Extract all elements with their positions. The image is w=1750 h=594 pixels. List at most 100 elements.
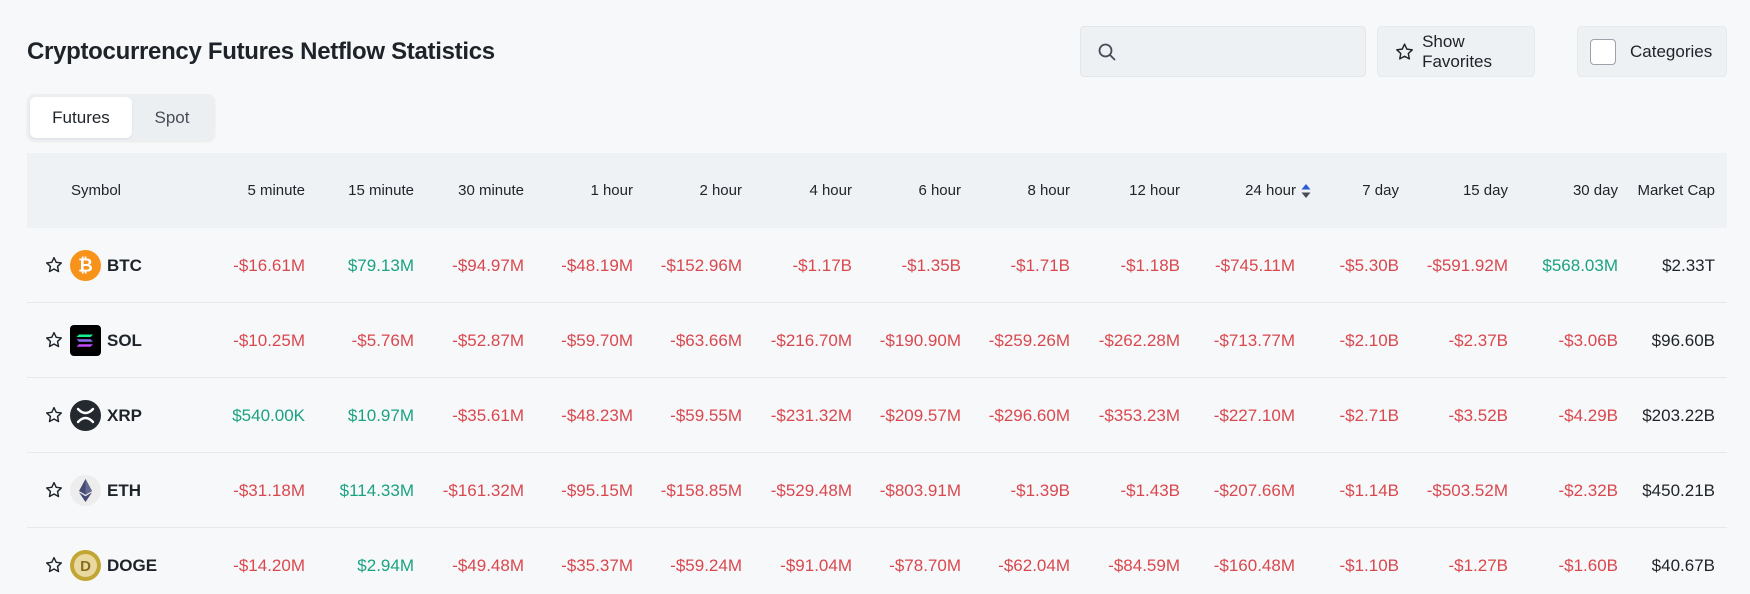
netflow-d15-value: -$2.37B	[1448, 331, 1508, 350]
netflow-m15-value: $10.97M	[347, 406, 414, 425]
show-favorites-button[interactable]: Show Favorites	[1377, 26, 1535, 77]
symbol-name[interactable]: BTC	[107, 228, 142, 303]
favorite-star-icon[interactable]	[45, 331, 63, 349]
netflow-m15-value: $2.94M	[357, 556, 414, 575]
favorite-star-icon[interactable]	[45, 256, 63, 274]
column-header-30-day[interactable]: 30 day	[1573, 153, 1618, 228]
netflow-d15-value: -$503.52M	[1426, 481, 1508, 500]
netflow-h2-value: -$152.96M	[660, 256, 742, 275]
categories-checkbox[interactable]	[1590, 38, 1616, 65]
netflow-d7-value: -$2.71B	[1339, 406, 1399, 425]
netflow-d7-value: -$2.10B	[1339, 331, 1399, 350]
netflow-h8-value: -$296.60M	[988, 406, 1070, 425]
netflow-h4-value: -$91.04M	[780, 556, 852, 575]
show-favorites-label: Show Favorites	[1422, 31, 1493, 71]
netflow-h12-value: -$353.23M	[1098, 406, 1180, 425]
netflow-h6-value: -$190.90M	[879, 331, 961, 350]
column-header-2-hour[interactable]: 2 hour	[699, 153, 742, 228]
bitcoin-icon: ₿	[70, 250, 101, 281]
netflow-h6-value: -$78.70M	[889, 556, 961, 575]
star-icon	[1396, 42, 1413, 60]
market-cap-value: $203.22B	[1642, 406, 1715, 425]
column-header-1-hour[interactable]: 1 hour	[590, 153, 633, 228]
netflow-h12-value: -$1.43B	[1120, 481, 1180, 500]
netflow-h24-value: -$713.77M	[1213, 331, 1295, 350]
netflow-h6-value: -$803.91M	[879, 481, 961, 500]
netflow-m5-value: -$10.25M	[233, 331, 305, 350]
column-header-15-minute[interactable]: 15 minute	[348, 153, 414, 228]
netflow-h1-value: -$95.15M	[561, 481, 633, 500]
column-header-12-hour[interactable]: 12 hour	[1129, 153, 1180, 228]
sort-icon	[1301, 184, 1311, 199]
netflow-h12-value: -$1.18B	[1120, 256, 1180, 275]
netflow-m5-value: -$16.61M	[233, 256, 305, 275]
column-header-symbol[interactable]: Symbol	[71, 153, 121, 228]
netflow-d30-value: -$1.60B	[1558, 556, 1618, 575]
netflow-h4-value: -$231.32M	[770, 406, 852, 425]
netflow-h8-value: -$259.26M	[988, 331, 1070, 350]
netflow-d15-value: -$591.92M	[1426, 256, 1508, 275]
favorite-star-icon[interactable]	[45, 556, 63, 574]
column-header-30-minute[interactable]: 30 minute	[458, 153, 524, 228]
tab-futures[interactable]: Futures	[30, 97, 132, 138]
solana-icon	[70, 325, 101, 356]
market-cap-value: $450.21B	[1642, 481, 1715, 500]
netflow-m15-value: $114.33M	[339, 481, 414, 500]
netflow-h4-value: -$529.48M	[770, 481, 852, 500]
table-row[interactable]: SOL -$10.25M -$5.76M -$52.87M -$59.70M -$63.6…	[27, 303, 1727, 378]
netflow-d30-value: $568.03M	[1542, 256, 1618, 275]
column-header-24-hour-label: 24 hour	[1245, 182, 1296, 199]
svg-text:₿: ₿	[78, 256, 93, 276]
column-header-market-cap[interactable]: Market Cap	[1637, 153, 1715, 228]
search-input[interactable]	[1129, 36, 1349, 67]
netflow-d15-value: -$1.27B	[1448, 556, 1508, 575]
column-header-7-day[interactable]: 7 day	[1362, 153, 1399, 228]
netflow-d7-value: -$1.14B	[1339, 481, 1399, 500]
column-header-4-hour[interactable]: 4 hour	[809, 153, 852, 228]
table-row[interactable]: ₿ BTC -$16.61M $79.13M -$94.97M -$48.19M -$152…	[27, 228, 1727, 303]
table-header: Symbol 5 minute 15 minute 30 minute 1 ho…	[27, 153, 1727, 228]
netflow-d7-value: -$1.10B	[1339, 556, 1399, 575]
market-cap-value: $2.33T	[1662, 256, 1715, 275]
market-type-tabs: Futures Spot	[27, 94, 215, 141]
netflow-page: Cryptocurrency Futures Netflow Statistic…	[0, 0, 1750, 594]
netflow-h1-value: -$48.23M	[561, 406, 633, 425]
netflow-h1-value: -$35.37M	[561, 556, 633, 575]
netflow-d7-value: -$5.30B	[1339, 256, 1399, 275]
table-row[interactable]: XRP $540.00K $10.97M -$35.61M -$48.23M -$59.5…	[27, 378, 1727, 453]
table-row[interactable]: ETH -$31.18M $114.33M -$161.32M -$95.15M -$15…	[27, 453, 1727, 528]
symbol-name[interactable]: ETH	[107, 453, 141, 528]
search-box[interactable]	[1080, 26, 1366, 77]
tab-spot[interactable]: Spot	[132, 97, 212, 138]
market-cap-value: $40.67B	[1651, 556, 1715, 575]
netflow-h24-value: -$745.11M	[1214, 256, 1295, 275]
column-header-5-minute[interactable]: 5 minute	[247, 153, 305, 228]
netflow-h8-value: -$1.71B	[1010, 256, 1070, 275]
netflow-h24-value: -$207.66M	[1213, 481, 1295, 500]
netflow-d30-value: -$4.29B	[1558, 406, 1618, 425]
column-header-15-day[interactable]: 15 day	[1463, 153, 1508, 228]
netflow-m30-value: -$94.97M	[452, 256, 524, 275]
favorite-star-icon[interactable]	[45, 481, 63, 499]
netflow-h2-value: -$158.85M	[660, 481, 742, 500]
symbol-name[interactable]: DOGE	[107, 528, 157, 594]
netflow-table: Symbol 5 minute 15 minute 30 minute 1 ho…	[27, 153, 1727, 594]
column-header-6-hour[interactable]: 6 hour	[918, 153, 961, 228]
table-body: ₿ BTC -$16.61M $79.13M -$94.97M -$48.19M -$152…	[27, 228, 1727, 594]
netflow-m5-value: -$14.20M	[233, 556, 305, 575]
netflow-m30-value: -$52.87M	[452, 331, 524, 350]
favorite-star-icon[interactable]	[45, 406, 63, 424]
netflow-h1-value: -$59.70M	[561, 331, 633, 350]
netflow-h12-value: -$84.59M	[1108, 556, 1180, 575]
symbol-name[interactable]: SOL	[107, 303, 142, 378]
search-icon	[1098, 43, 1116, 60]
svg-text:D: D	[80, 558, 91, 575]
netflow-h12-value: -$262.28M	[1098, 331, 1180, 350]
categories-button[interactable]: Categories	[1577, 26, 1727, 77]
column-header-24-hour[interactable]: 24 hour	[1245, 153, 1311, 228]
netflow-h24-value: -$227.10M	[1213, 406, 1295, 425]
column-header-8-hour[interactable]: 8 hour	[1027, 153, 1070, 228]
table-row[interactable]: D DOGE -$14.20M $2.94M -$49.48M -$35.37M -$59.…	[27, 528, 1727, 594]
netflow-h4-value: -$1.17B	[792, 256, 852, 275]
symbol-name[interactable]: XRP	[107, 378, 142, 453]
